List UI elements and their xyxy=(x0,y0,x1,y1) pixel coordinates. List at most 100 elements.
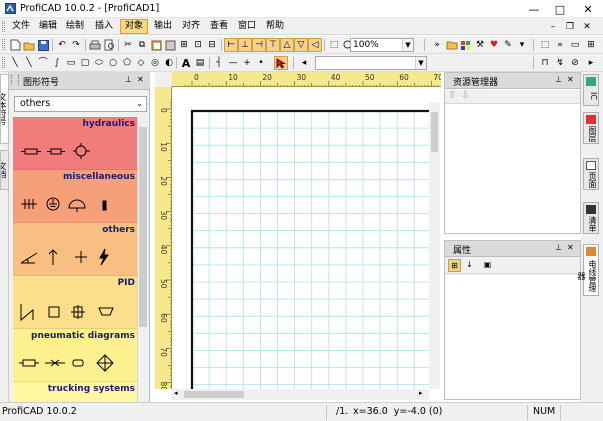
polygon-tool-icon[interactable]: ⬠ xyxy=(120,56,134,70)
copy-icon[interactable]: ⧉ xyxy=(135,38,149,52)
tag-icon[interactable]: ◂ xyxy=(297,56,311,70)
align-right-icon[interactable]: ⊣ xyxy=(252,38,266,52)
doc-minimize-button[interactable]: – xyxy=(546,20,560,33)
textbox-tool-icon[interactable]: ▤ xyxy=(193,56,207,70)
rectangle-tool-icon[interactable]: ▭ xyxy=(64,56,78,70)
rounded-rect-tool-icon[interactable]: ▢ xyxy=(78,56,92,70)
align-left-icon[interactable]: ⊢ xyxy=(224,38,238,52)
align-top-icon[interactable]: ⊤ xyxy=(266,38,280,52)
scroll-left-icon[interactable]: ◂ xyxy=(174,389,178,397)
nav-down-icon[interactable]: ⇩ xyxy=(461,90,469,101)
pin-icon[interactable]: ⊥ xyxy=(125,75,132,84)
bezier-tool-icon[interactable]: ◇ xyxy=(134,56,148,70)
tab-pages[interactable]: 页面 xyxy=(583,158,599,190)
category-pneumatic-diagrams[interactable]: pneumatic diagrams xyxy=(13,329,137,382)
tab-wire-manager[interactable]: 电线管理器 xyxy=(577,244,599,296)
chevron-down-icon[interactable]: ▼ xyxy=(415,57,426,69)
junction-tool-icon[interactable]: — xyxy=(226,56,240,70)
tab-layers[interactable]: 图层 xyxy=(583,112,599,144)
tab-list[interactable]: 清单 xyxy=(583,202,599,234)
arc-tool-icon[interactable]: ⌒ xyxy=(36,56,50,70)
format-painter-icon[interactable]: ⊞ xyxy=(177,38,191,52)
more-icon[interactable]: ▾ xyxy=(515,38,529,52)
close-button[interactable]: ✕ xyxy=(575,0,601,18)
text-style-combo[interactable]: ▼ xyxy=(315,56,427,70)
wire-tool-icon[interactable]: ┤ xyxy=(212,56,226,70)
more-tools-icon[interactable]: ▸ xyxy=(584,56,598,70)
print-icon[interactable] xyxy=(88,38,102,52)
curve-tool-icon[interactable]: ∫ xyxy=(50,56,64,70)
circle-tool-icon[interactable]: ○ xyxy=(106,56,120,70)
menu-draw[interactable]: 绘制 xyxy=(62,19,88,34)
drawing-vertical-scrollbar[interactable] xyxy=(429,102,440,389)
favorite-icon[interactable]: ♥ xyxy=(487,38,501,52)
polyline-tool-icon[interactable]: ╲ xyxy=(22,56,36,70)
sort-alpha-icon[interactable]: ↓ xyxy=(463,259,476,272)
new-file-icon[interactable] xyxy=(8,38,22,52)
ellipse-tool-icon[interactable]: ⬭ xyxy=(92,56,106,70)
category-others[interactable]: others xyxy=(13,223,137,276)
toolbar-grip[interactable] xyxy=(2,39,5,50)
toolbar-grip-2[interactable] xyxy=(2,57,5,68)
library-icon[interactable] xyxy=(459,38,473,52)
align-center-icon[interactable]: ⊥ xyxy=(238,38,252,52)
paste-icon[interactable] xyxy=(149,38,163,52)
symbols-scroll-thumb[interactable] xyxy=(139,127,147,327)
crosshair-tool-icon[interactable]: + xyxy=(240,56,254,70)
scroll-right-icon[interactable]: ▸ xyxy=(419,389,423,397)
frame-icon[interactable]: ▭ xyxy=(568,38,582,52)
panel-grip[interactable] xyxy=(11,75,19,85)
categorized-icon[interactable]: ⊞ xyxy=(448,259,461,272)
doc-close-button[interactable]: ✕ xyxy=(580,20,594,33)
bus-tool-icon[interactable]: ⊓ xyxy=(538,56,552,70)
menu-insert[interactable]: 插入 xyxy=(91,19,117,34)
horizontal-scroll-thumb[interactable] xyxy=(184,391,244,398)
category-pid[interactable]: PID xyxy=(13,276,137,329)
distribute-icon[interactable]: ◁ xyxy=(308,38,322,52)
ungroup-icon[interactable]: ⊟ xyxy=(205,38,219,52)
shape-tool-icon[interactable]: ◎ xyxy=(148,56,162,70)
category-hydraulics[interactable]: hydraulics xyxy=(13,117,137,170)
panel-close-icon[interactable]: ✕ xyxy=(567,243,574,252)
print-preview-icon[interactable] xyxy=(102,38,116,52)
panel-close-icon[interactable]: ✕ xyxy=(567,75,574,84)
chevron-down-icon[interactable]: ⌄ xyxy=(136,97,143,111)
menu-align[interactable]: 对齐 xyxy=(178,19,204,34)
text-tool[interactable]: A xyxy=(179,56,193,70)
toolbar-overflow-icon[interactable]: » xyxy=(430,38,444,52)
vertical-scroll-thumb[interactable] xyxy=(431,112,438,152)
clipboard-icon[interactable] xyxy=(163,38,177,52)
group-icon[interactable]: ⊡ xyxy=(191,38,205,52)
doc-restore-button[interactable]: ❐ xyxy=(563,20,577,33)
minimize-button[interactable]: — xyxy=(521,0,547,18)
menu-object[interactable]: 对象 xyxy=(120,19,149,34)
menu-window[interactable]: 窗口 xyxy=(234,19,260,34)
select-pointer-icon[interactable] xyxy=(274,56,288,70)
menu-output[interactable]: 输出 xyxy=(150,19,176,34)
menu-view[interactable]: 查看 xyxy=(206,19,232,34)
undo-icon[interactable]: ↶ xyxy=(55,38,69,52)
menu-file[interactable]: 文件 xyxy=(8,19,34,34)
pin-icon[interactable]: ⊥ xyxy=(555,75,562,84)
wizard-icon[interactable]: ✎ xyxy=(501,38,515,52)
cut-icon[interactable]: ✂ xyxy=(121,38,135,52)
folder-icon[interactable] xyxy=(445,38,459,52)
chevron-down-icon[interactable]: ▼ xyxy=(402,39,413,51)
drawing-horizontal-scrollbar[interactable]: ◂ ▸ xyxy=(172,389,429,400)
redo-icon[interactable]: ↷ xyxy=(69,38,83,52)
menu-edit[interactable]: 编辑 xyxy=(35,19,61,34)
toolbar-overflow-2-icon[interactable]: » xyxy=(553,38,567,52)
align-bottom-icon[interactable]: ▽ xyxy=(294,38,308,52)
crop-icon[interactable]: ⬚ xyxy=(538,38,552,52)
drawing-canvas[interactable] xyxy=(172,87,429,389)
menu-grip[interactable] xyxy=(2,21,5,32)
library-select[interactable]: others ⌄ xyxy=(14,96,147,112)
panel-close-icon[interactable]: ✕ xyxy=(137,75,144,84)
zoom-frame-icon[interactable]: ⬚ xyxy=(327,38,341,52)
tools-icon[interactable]: ⚒ xyxy=(473,38,487,52)
dimension-tool-icon[interactable]: • xyxy=(254,56,268,70)
symbols-scrollbar[interactable] xyxy=(137,117,147,402)
maximize-button[interactable]: □ xyxy=(547,0,573,18)
save-icon[interactable] xyxy=(36,38,50,52)
prohibit-icon[interactable]: ⊘ xyxy=(568,56,582,70)
